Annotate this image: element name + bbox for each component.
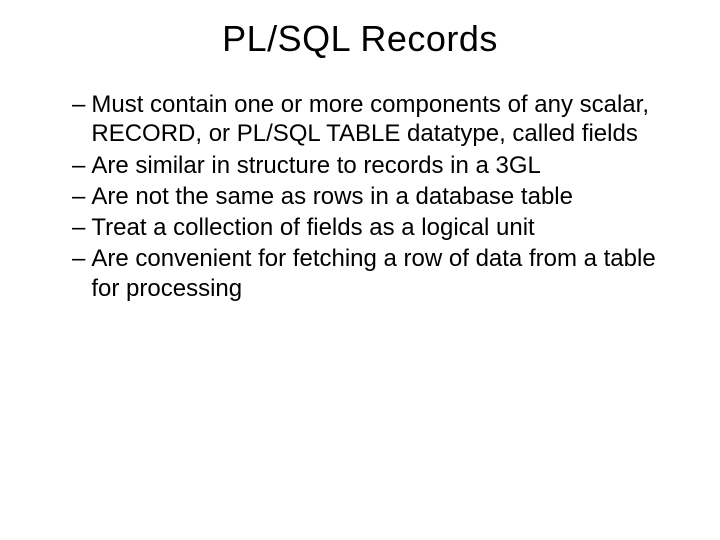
bullet-text: Must contain one or more components of a… (91, 90, 670, 149)
bullet-dash: – (72, 213, 85, 242)
bullet-list: – Must contain one or more components of… (0, 90, 720, 303)
bullet-dash: – (72, 151, 85, 180)
list-item: – Are convenient for fetching a row of d… (72, 244, 670, 303)
page-title: PL/SQL Records (0, 18, 720, 60)
list-item: – Treat a collection of fields as a logi… (72, 213, 670, 242)
bullet-text: Are not the same as rows in a database t… (91, 182, 670, 211)
list-item: – Must contain one or more components of… (72, 90, 670, 149)
list-item: – Are similar in structure to records in… (72, 151, 670, 180)
bullet-text: Treat a collection of fields as a logica… (91, 213, 670, 242)
slide-container: PL/SQL Records – Must contain one or mor… (0, 18, 720, 540)
bullet-text: Are similar in structure to records in a… (91, 151, 670, 180)
bullet-dash: – (72, 244, 85, 273)
bullet-text: Are convenient for fetching a row of dat… (91, 244, 670, 303)
bullet-dash: – (72, 182, 85, 211)
bullet-dash: – (72, 90, 85, 119)
list-item: – Are not the same as rows in a database… (72, 182, 670, 211)
